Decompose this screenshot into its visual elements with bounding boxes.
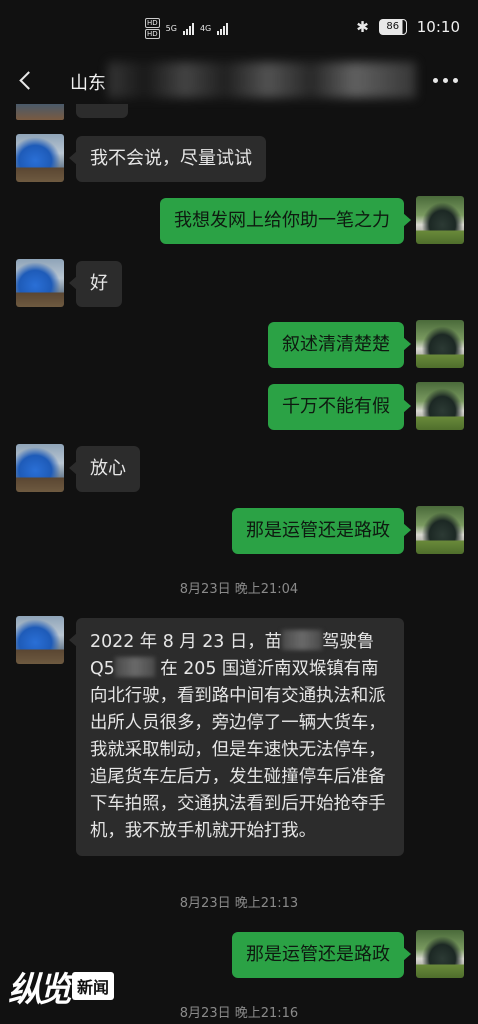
avatar-contact[interactable] bbox=[16, 259, 64, 307]
timestamp: 8月23日 晚上21:13 bbox=[179, 896, 299, 911]
avatar-self[interactable] bbox=[416, 382, 464, 430]
chat-title: 山东 bbox=[70, 73, 106, 94]
timestamp: 8月23日 晚上21:04 bbox=[179, 582, 299, 597]
clock: 10:10 bbox=[416, 18, 460, 36]
avatar-contact[interactable] bbox=[16, 616, 64, 664]
avatar-self[interactable] bbox=[416, 930, 464, 978]
message-text: Q5 bbox=[90, 659, 115, 679]
message-bubble-partial bbox=[76, 104, 128, 118]
message-bubble-incoming[interactable]: 我不会说，尽量试试 bbox=[69, 136, 266, 182]
message-bubble-outgoing[interactable]: 千万不能有假 bbox=[268, 384, 411, 430]
chevron-left-icon bbox=[18, 70, 38, 90]
message-list[interactable]: 我不会说，尽量试试 我想发网上给你助一笔之力 好 叙述清清楚楚 千万不能有假 放… bbox=[0, 104, 478, 1024]
status-left-icons: HD HD 5G 4G bbox=[145, 18, 229, 39]
battery-icon: 86 bbox=[378, 19, 407, 35]
avatar-self[interactable] bbox=[416, 320, 464, 368]
message-text: 2022 年 8 月 23 日，苗 bbox=[90, 632, 283, 652]
status-bar: HD HD 5G 4G ✱ 86 10:10 bbox=[0, 0, 478, 58]
redacted-text bbox=[114, 657, 155, 677]
signal-icon-2 bbox=[217, 22, 229, 35]
watermark-logo: 纵览 bbox=[8, 969, 72, 1010]
hd-badge: HD bbox=[145, 29, 160, 39]
hd-badge: HD bbox=[145, 18, 160, 28]
avatar-partial bbox=[16, 104, 64, 120]
message-bubble-incoming[interactable]: 放心 bbox=[69, 446, 140, 492]
status-right-icons: ✱ 86 10:10 bbox=[356, 18, 460, 36]
avatar-contact[interactable] bbox=[16, 134, 64, 182]
message-text: 在 205 国道沂南双堠镇有南向北行驶，看到路中间有交通执法和派出所人员很多，旁… bbox=[90, 659, 386, 841]
network-label-2: 4G bbox=[199, 24, 212, 33]
more-button[interactable] bbox=[433, 78, 458, 83]
bluetooth-icon: ✱ bbox=[356, 18, 369, 36]
message-bubble-outgoing[interactable]: 叙述清清楚楚 bbox=[268, 322, 411, 368]
redacted-name bbox=[108, 62, 416, 98]
avatar-self[interactable] bbox=[416, 506, 464, 554]
message-bubble-incoming[interactable]: 好 bbox=[69, 261, 122, 307]
watermark: 纵览 新闻 bbox=[8, 962, 115, 1010]
watermark-badge: 新闻 bbox=[72, 972, 115, 1000]
avatar-contact[interactable] bbox=[16, 444, 64, 492]
chat-header: 山东 bbox=[0, 58, 478, 104]
message-bubble-outgoing[interactable]: 那是运管还是路政 bbox=[232, 932, 411, 978]
avatar-self[interactable] bbox=[416, 196, 464, 244]
message-bubble-outgoing[interactable]: 那是运管还是路政 bbox=[232, 508, 411, 554]
ellipsis-icon bbox=[433, 78, 438, 83]
message-text: 驾驶鲁 bbox=[322, 632, 375, 652]
signal-icon bbox=[182, 22, 194, 35]
message-bubble-outgoing[interactable]: 我想发网上给你助一笔之力 bbox=[160, 198, 411, 244]
network-label: 5G bbox=[165, 24, 177, 33]
back-button[interactable] bbox=[14, 68, 38, 92]
message-bubble-incoming-long[interactable]: 2022 年 8 月 23 日，苗 驾驶鲁 Q5 在 205 国道沂南双堠镇有南向… bbox=[69, 618, 404, 856]
redacted-text bbox=[282, 630, 323, 650]
